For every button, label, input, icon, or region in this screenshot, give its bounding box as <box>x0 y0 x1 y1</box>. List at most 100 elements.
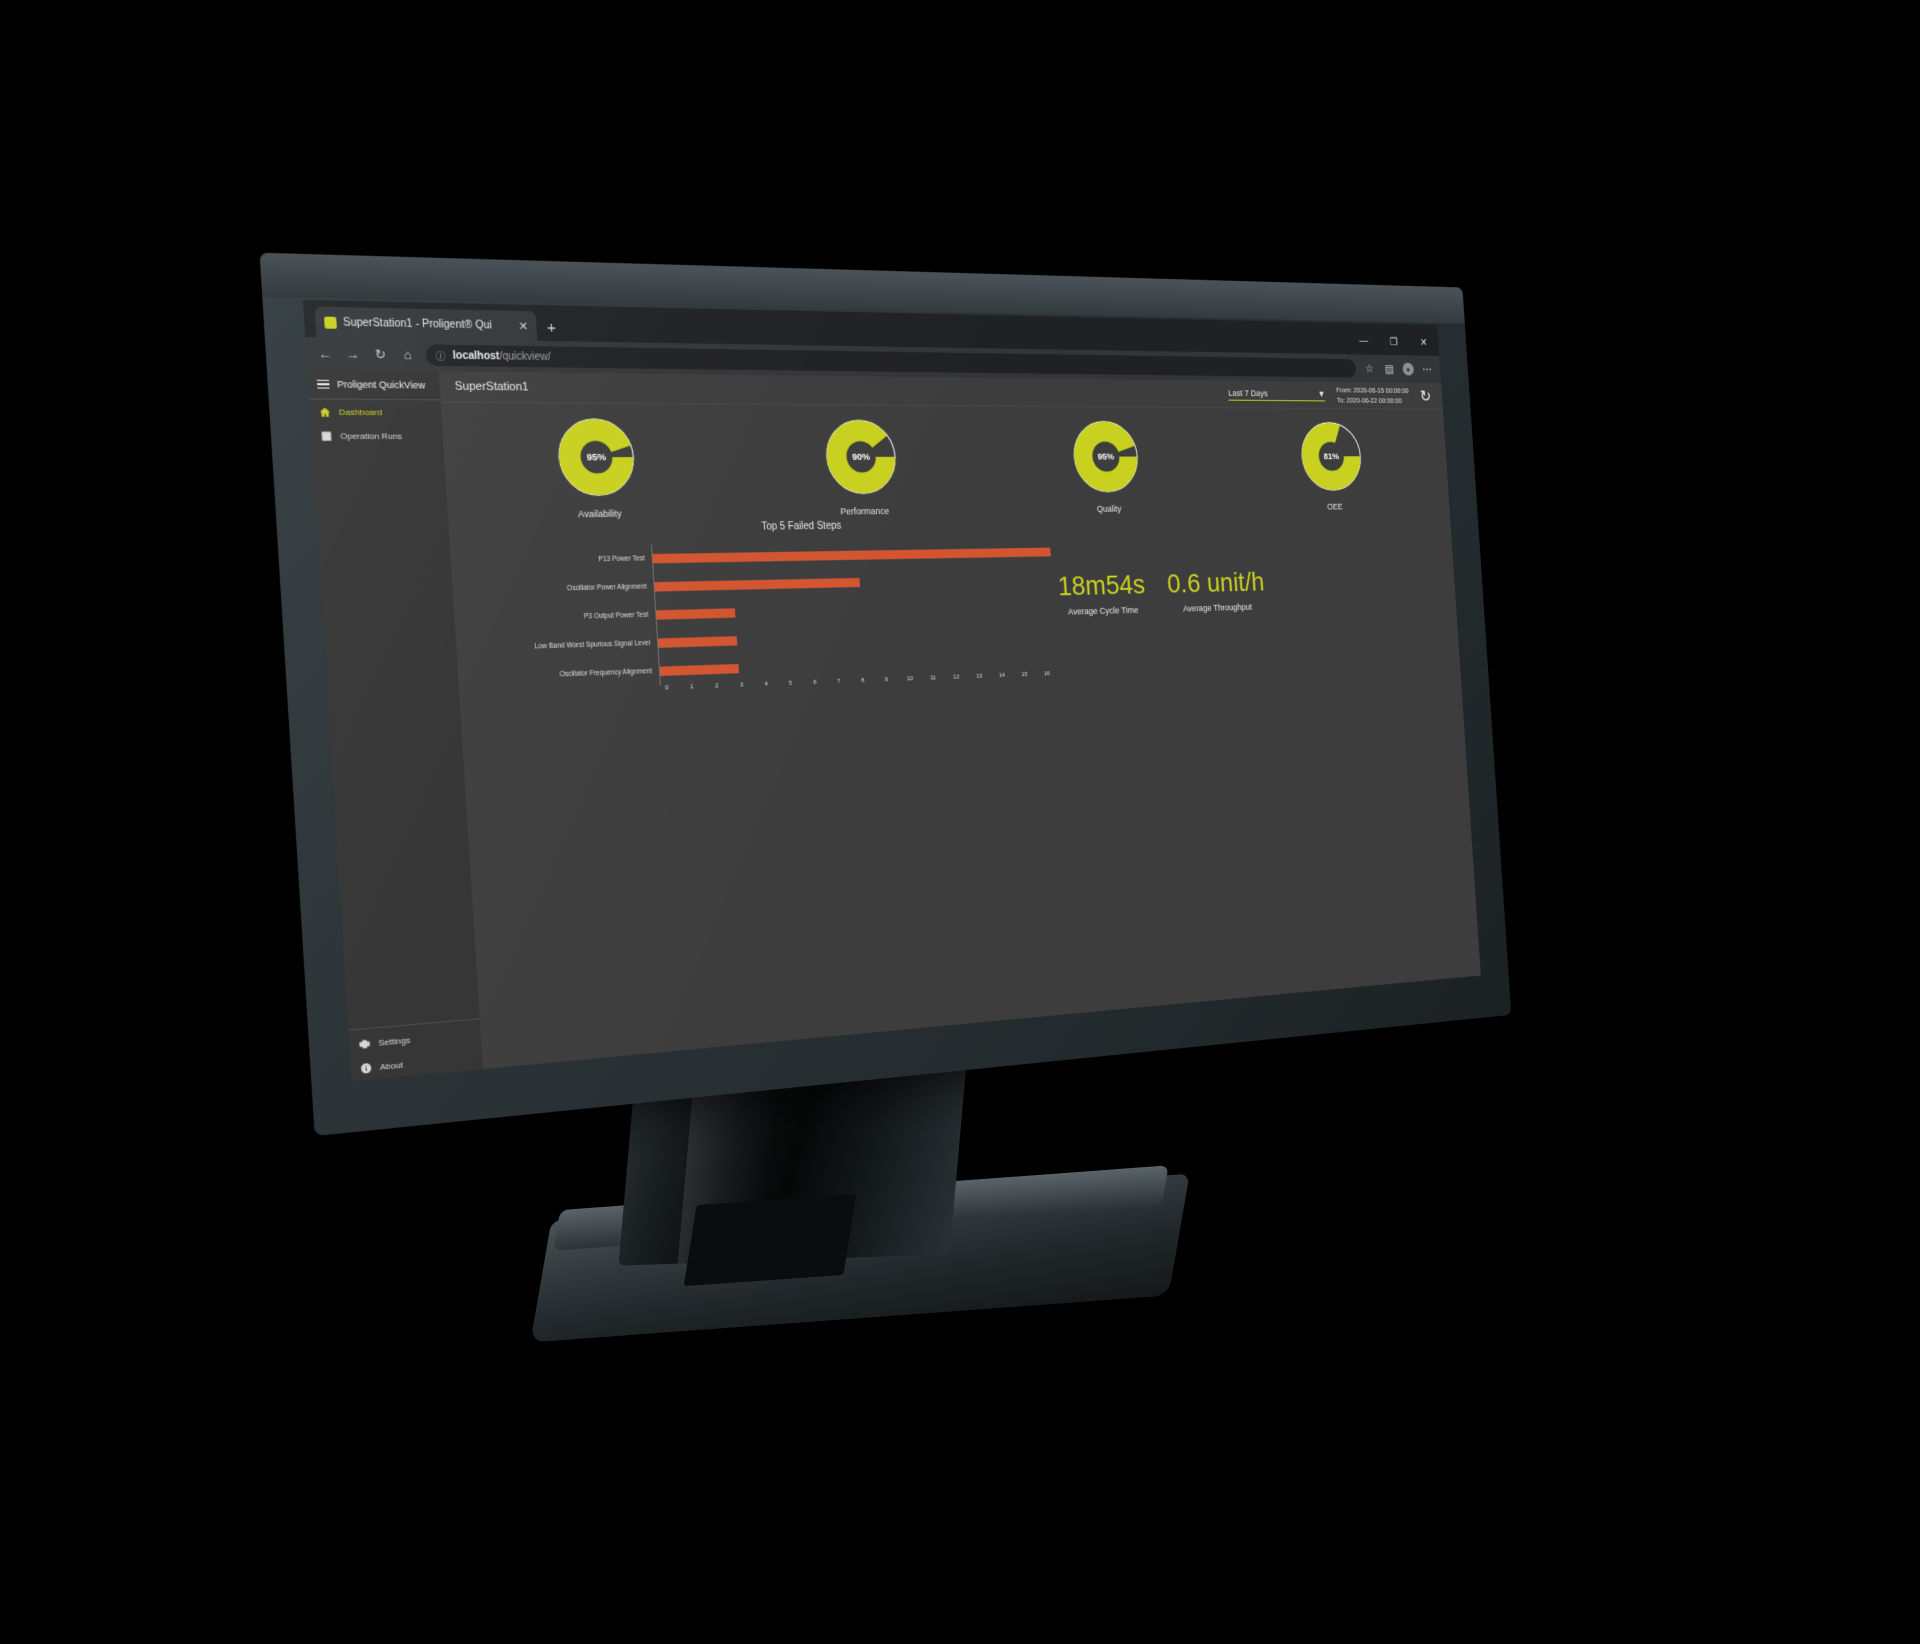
sidebar-bottom-group: Settings About <box>348 1018 483 1082</box>
kpi-label: Average Throughput <box>1182 602 1253 614</box>
monitor: SuperStation1 - Proligent® Qui ✕ + — ❐ ✕… <box>259 252 1512 1137</box>
gauge-label: OEE <box>1326 501 1343 512</box>
gauge-oee: 81% OEE <box>1294 416 1370 512</box>
gauge-performance: 90% Performance <box>818 413 906 517</box>
sidebar-item-dashboard[interactable]: Dashboard <box>309 399 442 424</box>
gauge-value: 95% <box>1097 452 1114 462</box>
kpi-average-throughput: 0.6 unit/h Average Throughput <box>1166 566 1266 614</box>
url-host: localhost <box>452 349 500 363</box>
sidebar-item-label: Dashboard <box>338 406 383 417</box>
x-axis: 0 1 2 3 4 5 6 7 8 9 10 11 12 13 14 15 16 <box>653 671 1059 692</box>
topbar-controls: Last 7 Days ▼ From: 2020-06-15 00:00:00 … <box>1227 383 1432 406</box>
gauge-quality: 95% Quality <box>1065 415 1146 514</box>
profile-avatar-icon[interactable]: ● <box>1402 362 1415 376</box>
axis-tick: 5 <box>788 680 793 687</box>
bar-label: Low Band Worst Spurious Signal Level <box>534 639 651 651</box>
kpi-group: 18m54s Average Cycle Time 0.6 unit/h Ave… <box>1048 514 1452 677</box>
bar[interactable] <box>659 663 739 677</box>
browser-tab[interactable]: SuperStation1 - Proligent® Qui ✕ <box>314 306 538 341</box>
window-controls: — ❐ ✕ <box>1348 328 1439 354</box>
forward-icon[interactable]: → <box>344 346 363 361</box>
app-favicon-icon <box>323 316 337 329</box>
bar-track <box>658 644 1059 686</box>
bar-label: Oscillator Power Alignment <box>566 583 647 593</box>
app-root: Proligent QuickView Dashboard Operation … <box>307 369 1481 1082</box>
date-from: From: 2020-06-15 00:00:00 <box>1335 385 1409 395</box>
url-path: /quickview/ <box>499 350 552 363</box>
axis-tick: 12 <box>952 674 960 681</box>
gauge-availability: 95% Availability <box>549 412 644 520</box>
collections-icon[interactable]: ▤ <box>1383 362 1396 375</box>
browser-tab-bar: SuperStation1 - Proligent® Qui ✕ + — ❐ ✕ <box>302 299 1440 356</box>
bar[interactable] <box>656 608 736 620</box>
favorite-star-icon[interactable]: ☆ <box>1363 362 1377 375</box>
chevron-down-icon[interactable]: ▼ <box>1318 389 1326 398</box>
donut-chart: 90% <box>818 413 905 500</box>
date-to: To: 2020-06-22 00:00:00 <box>1336 395 1403 405</box>
app-sidebar: Proligent QuickView Dashboard Operation … <box>307 369 483 1082</box>
gauge-value: 81% <box>1324 452 1340 462</box>
oee-gauges: 95% Availability 90% Performance 95% Qua… <box>452 411 1442 520</box>
browser-window: SuperStation1 - Proligent® Qui ✕ + — ❐ ✕… <box>302 299 1481 1082</box>
site-info-icon[interactable]: ⓘ <box>435 348 446 362</box>
bar[interactable] <box>654 577 860 592</box>
axis-tick: 10 <box>906 676 914 683</box>
sidebar-item-operation-runs[interactable]: Operation Runs <box>311 423 444 447</box>
brand-title: Proligent QuickView <box>337 379 426 391</box>
toolbar-right-actions: ☆ ▤ ● ⋯ <box>1363 362 1434 376</box>
app-content: SuperStation1 Last 7 Days ▼ From: 2020-0… <box>438 371 1481 1069</box>
bar-list: P13 Power Test Oscillator Power Alignment… <box>488 538 1059 692</box>
refresh-icon[interactable]: ↻ <box>1419 387 1431 404</box>
maximize-button[interactable]: ❐ <box>1378 329 1410 353</box>
sidebar-item-settings[interactable]: Settings <box>349 1022 482 1058</box>
chart-title: Top 5 Failed Steps <box>761 520 842 533</box>
kpi-label: Average Cycle Time <box>1067 605 1139 617</box>
donut-chart: 81% <box>1294 416 1369 497</box>
axis-tick: 6 <box>813 679 817 686</box>
home-icon <box>318 405 331 417</box>
gauge-value: 95% <box>586 452 606 463</box>
new-tab-button[interactable]: + <box>546 319 556 337</box>
axis-tick: 7 <box>837 678 841 686</box>
tab-title: SuperStation1 - Proligent® Qui <box>342 316 493 332</box>
date-range-value: Last 7 Days <box>1227 387 1268 398</box>
minimize-button[interactable]: — <box>1348 328 1380 353</box>
home-icon[interactable]: ⌂ <box>398 347 416 362</box>
dashboard-board: 95% Availability 90% Performance 95% Qua… <box>441 403 1481 1069</box>
date-range-select[interactable]: Last 7 Days ▼ <box>1227 387 1326 401</box>
gauge-value: 90% <box>852 452 871 462</box>
monitor-stand-shadow <box>683 1193 857 1287</box>
sidebar-item-about[interactable]: About <box>350 1045 483 1081</box>
url-text: localhost/quickview/ <box>452 350 551 363</box>
close-window-button[interactable]: ✕ <box>1408 330 1439 354</box>
failed-steps-chart: Top 5 Failed Steps P13 Power Test Oscilla… <box>459 518 1059 699</box>
back-icon[interactable]: ← <box>316 346 335 362</box>
dashboard-lower: Top 5 Failed Steps P13 Power Test Oscilla… <box>459 514 1452 699</box>
axis-tick: 2 <box>715 683 719 690</box>
date-range-readout: From: 2020-06-15 00:00:00 To: 2020-06-22… <box>1336 385 1410 406</box>
kpi-value: 0.6 unit/h <box>1166 566 1266 599</box>
sidebar-item-label: About <box>379 1059 404 1072</box>
bar-label: P3 Output Power Test <box>583 611 649 621</box>
gauge-label: Quality <box>1096 503 1122 514</box>
hamburger-menu-icon[interactable] <box>316 379 330 389</box>
monitor-bezel: SuperStation1 - Proligent® Qui ✕ + — ❐ ✕… <box>259 252 1512 1137</box>
monitor-screen: SuperStation1 - Proligent® Qui ✕ + — ❐ ✕… <box>302 299 1481 1082</box>
sidebar-brand[interactable]: Proligent QuickView <box>307 369 441 401</box>
kpi-value: 18m54s <box>1056 569 1146 602</box>
axis-tick: 3 <box>739 682 744 689</box>
reload-icon[interactable]: ↻ <box>371 347 389 362</box>
sidebar-item-label: Operation Runs <box>340 430 403 441</box>
scene: SuperStation1 - Proligent® Qui ✕ + — ❐ ✕… <box>0 0 1920 1644</box>
bar[interactable] <box>657 636 737 648</box>
grid-icon <box>320 430 333 442</box>
close-tab-icon[interactable]: ✕ <box>518 319 528 333</box>
brand-product: QuickView <box>375 379 426 391</box>
bar-row: Oscillator Frequency Alignment <box>496 644 1059 691</box>
donut-chart: 95% <box>1065 415 1145 499</box>
more-options-icon[interactable]: ⋯ <box>1420 363 1433 376</box>
bar[interactable] <box>652 547 1051 564</box>
gear-icon <box>358 1037 371 1050</box>
donut-chart: 95% <box>549 412 643 503</box>
